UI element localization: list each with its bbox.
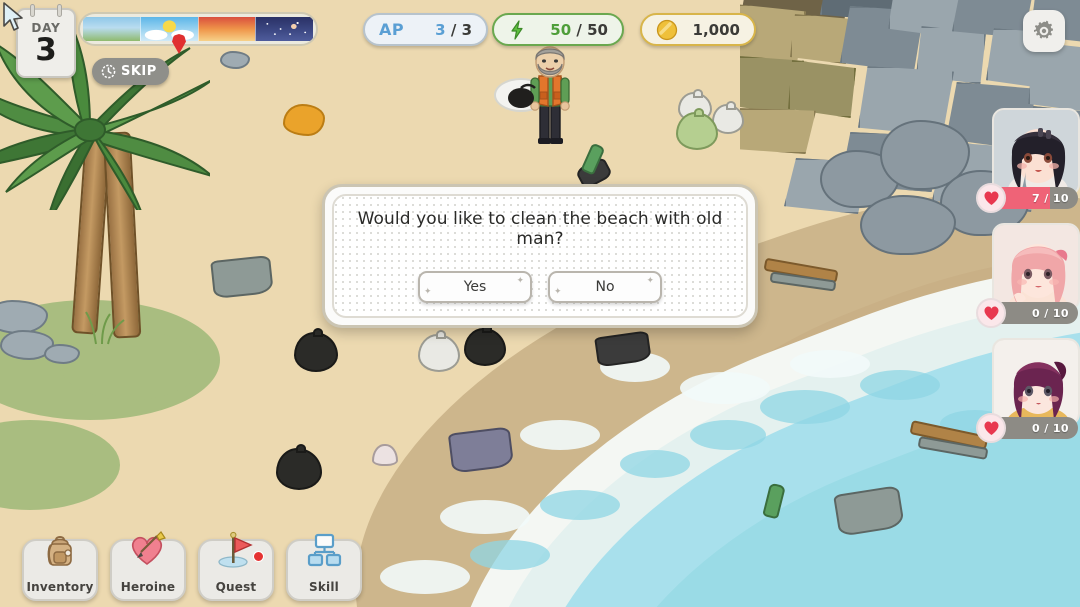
dialog-inner: Would you like to clean the beach with o… [332,194,748,318]
no-button-label: No [595,279,615,295]
wave-blob [860,370,940,400]
palm-base-grass [85,311,125,345]
nav-quest-button[interactable]: Quest [198,531,274,601]
quest-notification-badge [253,551,264,562]
heroine-portrait-1[interactable] [992,108,1080,196]
heart-arrow-icon [125,527,171,573]
skip-button[interactable]: SKIP [92,58,169,85]
confirm-dialog: Would you like to clean the beach with o… [322,184,758,328]
heart-badge [976,298,1006,328]
nav-skill-button[interactable]: Skill [286,533,362,601]
nav-inventory-button[interactable]: Inventory [22,536,98,601]
ap-separator: / [450,20,457,39]
stamina-separator: / [576,20,582,39]
no-button[interactable]: ✦ ✦ No [548,271,662,303]
gear-icon [1034,20,1053,39]
stamina-max: 50 [587,20,608,39]
sparkle-icon: ✦ [554,287,562,297]
wave-blob [620,450,690,478]
time-segment-morning[interactable] [83,17,140,41]
time-segment-noon[interactable] [139,17,198,41]
stamina-pill[interactable]: 50 / 50 [492,13,624,46]
heroine-card: 0 / 10 [976,223,1080,328]
wave-blob [760,390,850,424]
foam-blob [380,560,470,594]
time-segment-night[interactable] [255,17,313,41]
day-card-ring [30,4,35,17]
skip-label: SKIP [121,64,157,79]
foam-blob [520,420,600,450]
avatar [994,340,1078,424]
heart-icon [983,191,999,206]
day-card-ring [57,4,62,17]
nav-inventory-label: Inventory [26,580,94,594]
heart-icon [983,421,999,436]
mouse-cursor [3,2,23,31]
rock [1028,42,1080,114]
heroine-card: 7 / 10 [976,108,1080,213]
bread-item[interactable] [283,104,325,136]
stars-icon [266,21,307,35]
nav-heroine-label: Heroine [120,580,176,594]
heroine-card: 0 / 10 [976,338,1080,443]
day-number: 3 [35,32,57,68]
foam-blob [440,500,530,534]
wave-blob [540,490,620,520]
lightning-icon [511,19,523,40]
gold-value: 1,000 [692,20,740,39]
nav-heroine-button[interactable]: Heroine [110,531,186,601]
foam-blob [680,372,770,404]
skill-tree-icon [301,527,347,573]
heroine-affection-list: 7 / 10 0 / 10 0 / 10 [976,108,1080,453]
yes-button[interactable]: ✦ ✦ Yes [418,271,532,303]
game-screen: DAY 3 SKIP AP 3 / 3 50 / 50 1,000 7 / 10… [0,0,1080,607]
wave-blob [690,420,766,450]
trash-pile-marker[interactable] [497,82,547,110]
dialog-button-row: ✦ ✦ Yes ✦ ✦ No [418,271,662,303]
affection-value: 0 / 10 [1031,421,1069,435]
avatar [994,225,1078,309]
affection-value: 7 / 10 [1031,191,1069,205]
avatar [994,110,1078,194]
backpack-icon [37,527,83,573]
ap-label: AP [379,20,405,39]
heart-icon [983,306,999,321]
sparkle-icon: ✦ [424,287,432,297]
flag-icon [213,527,259,573]
rock [788,60,856,118]
heart-badge [976,413,1006,443]
sparkle-icon: ✦ [646,276,654,286]
foam-blob [790,350,870,378]
ap-max: 3 [461,20,472,39]
gold-pill[interactable]: 1,000 [640,13,756,46]
yes-button-label: Yes [463,279,487,295]
affection-value: 0 / 10 [1031,306,1069,320]
nav-quest-label: Quest [215,580,257,594]
ap-pill[interactable]: AP 3 / 3 [363,13,488,46]
time-of-day-bar[interactable] [78,12,318,46]
stamina-value: 50 / 50 [550,21,608,39]
dialog-message: Would you like to clean the beach with o… [357,209,723,249]
time-segment-sunset[interactable] [197,17,256,41]
heroine-portrait-2[interactable] [992,223,1080,311]
heart-badge [976,183,1006,213]
wave-blob [470,540,550,570]
ap-value: 3 / 3 [435,21,472,39]
ap-current: 3 [435,20,446,39]
nav-skill-label: Skill [309,580,339,594]
heroine-portrait-3[interactable] [992,338,1080,426]
clock-icon [101,64,116,79]
rock [740,108,816,154]
sparkle-icon: ✦ [516,276,524,286]
coin-icon [656,19,678,40]
stamina-current: 50 [550,20,572,39]
settings-button[interactable] [1023,10,1065,52]
bottom-navigation: Inventory Heroine Quest Skill [22,531,362,601]
plastic-bag-trash[interactable] [210,254,274,300]
sun-icon [144,20,194,41]
